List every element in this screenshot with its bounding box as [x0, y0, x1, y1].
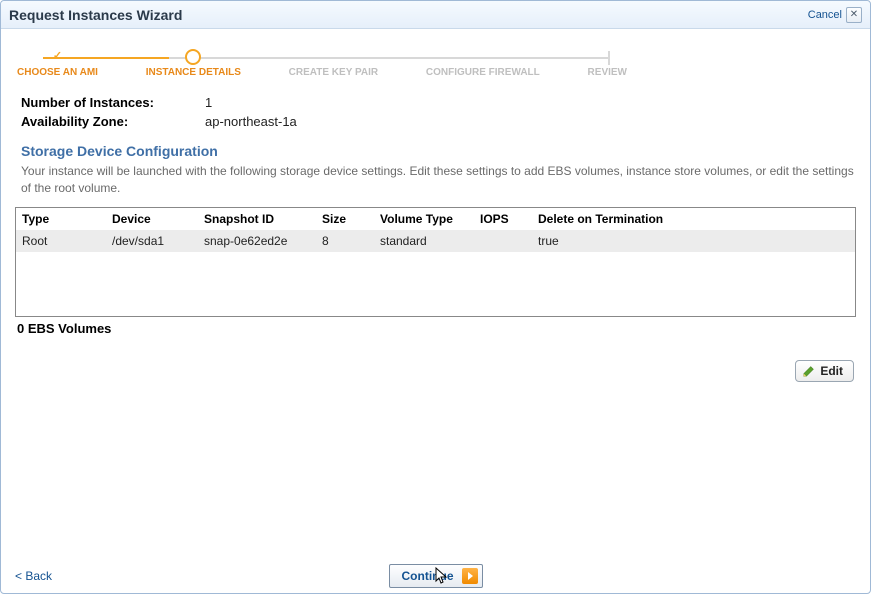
cell-delete-on-term: true	[532, 230, 855, 252]
availability-zone-row: Availability Zone: ap-northeast-1a	[15, 114, 856, 129]
cell-volume-type: standard	[374, 230, 474, 252]
step-label: CREATE KEY PAIR	[289, 67, 378, 78]
cell-snapshot: snap-0e62ed2e	[198, 230, 316, 252]
availability-zone-label: Availability Zone:	[21, 114, 205, 129]
storage-table: Type Device Snapshot ID Size Volume Type…	[16, 208, 855, 252]
edit-button[interactable]: Edit	[795, 360, 854, 382]
step-label: INSTANCE DETAILS	[146, 67, 241, 78]
wizard-content: ✓ CHOOSE AN AMI INSTANCE DETAILS CREATE …	[1, 29, 870, 593]
continue-button[interactable]: Continue	[389, 564, 483, 588]
col-device: Device	[106, 208, 198, 230]
cell-device: /dev/sda1	[106, 230, 198, 252]
back-button[interactable]: < Back	[15, 569, 52, 583]
wizard-window: Request Instances Wizard Cancel ✕ ✓ CHOO…	[0, 0, 871, 594]
num-instances-label: Number of Instances:	[21, 95, 205, 110]
edit-button-wrap: Edit	[15, 360, 856, 382]
step-create-key-pair: CREATE KEY PAIR	[289, 41, 378, 78]
step-choose-ami[interactable]: ✓ CHOOSE AN AMI	[17, 41, 98, 78]
cell-type: Root	[16, 230, 106, 252]
ebs-volumes-summary: 0 EBS Volumes	[15, 321, 856, 336]
titlebar: Request Instances Wizard Cancel ✕	[1, 1, 870, 29]
checkmark-icon: ✓	[50, 49, 64, 63]
num-instances-value: 1	[205, 95, 212, 110]
table-header-row: Type Device Snapshot ID Size Volume Type…	[16, 208, 855, 230]
col-volume-type: Volume Type	[374, 208, 474, 230]
table-row[interactable]: Root /dev/sda1 snap-0e62ed2e 8 standard …	[16, 230, 855, 252]
num-instances-row: Number of Instances: 1	[15, 95, 856, 110]
step-review: REVIEW	[588, 41, 627, 78]
close-icon[interactable]: ✕	[846, 7, 862, 23]
step-configure-firewall: CONFIGURE FIREWALL	[426, 41, 540, 78]
window-title: Request Instances Wizard	[9, 7, 182, 23]
cell-iops	[474, 230, 532, 252]
cancel-link[interactable]: Cancel	[808, 9, 842, 21]
col-snapshot: Snapshot ID	[198, 208, 316, 230]
edit-button-label: Edit	[820, 364, 843, 378]
wizard-footer: < Back Continue	[15, 569, 856, 583]
col-type: Type	[16, 208, 106, 230]
step-label: CHOOSE AN AMI	[17, 67, 98, 78]
pencil-icon	[802, 364, 816, 378]
close-group: Cancel ✕	[808, 7, 862, 23]
col-delete-on-term: Delete on Termination	[532, 208, 855, 230]
arrow-right-icon	[462, 568, 478, 584]
storage-section-title: Storage Device Configuration	[15, 143, 856, 159]
step-label: REVIEW	[588, 67, 627, 78]
col-size: Size	[316, 208, 374, 230]
active-step-icon	[185, 49, 201, 65]
cell-size: 8	[316, 230, 374, 252]
step-label: CONFIGURE FIREWALL	[426, 67, 540, 78]
storage-section-desc: Your instance will be launched with the …	[15, 163, 856, 197]
wizard-steps: ✓ CHOOSE AN AMI INSTANCE DETAILS CREATE …	[15, 41, 856, 77]
availability-zone-value: ap-northeast-1a	[205, 114, 297, 129]
continue-button-label: Continue	[402, 569, 454, 583]
step-instance-details[interactable]: INSTANCE DETAILS	[146, 41, 241, 78]
col-iops: IOPS	[474, 208, 532, 230]
storage-table-wrap[interactable]: Type Device Snapshot ID Size Volume Type…	[15, 207, 856, 317]
